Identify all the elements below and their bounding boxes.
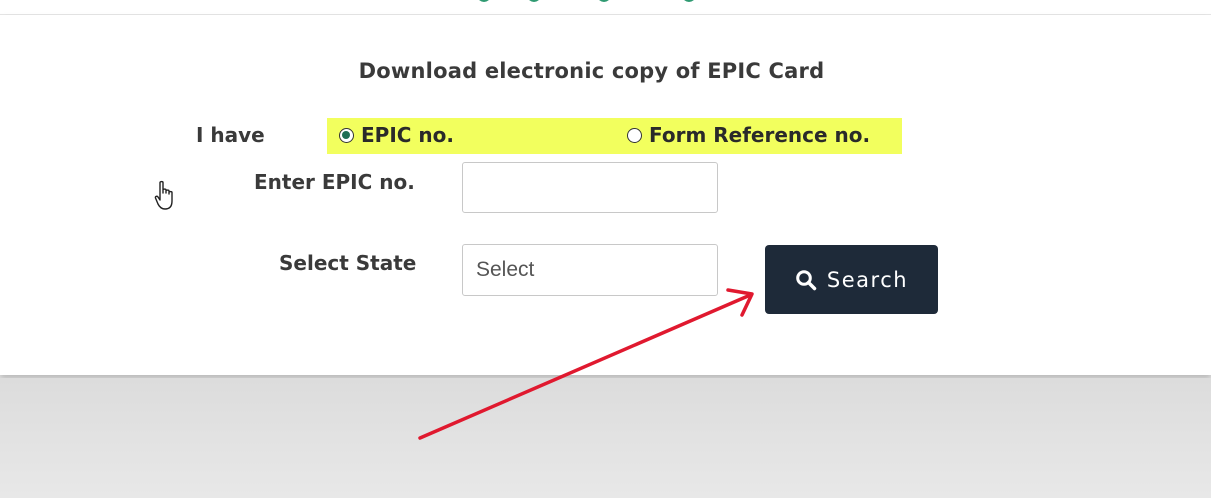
epic-number-label: Enter EPIC no. bbox=[254, 170, 415, 194]
radio-button-checked[interactable] bbox=[339, 127, 354, 143]
page-background bbox=[0, 378, 1211, 498]
page-title: Download electronic copy of EPIC Card bbox=[358, 59, 825, 83]
radio-epic-no-label: EPIC no. bbox=[361, 123, 454, 147]
radio-epic-no[interactable]: EPIC no. bbox=[339, 123, 454, 147]
i-have-label: I have bbox=[196, 123, 265, 147]
select-state-label: Select State bbox=[279, 251, 417, 275]
top-strip bbox=[0, 0, 1211, 15]
state-select[interactable]: Select bbox=[462, 244, 718, 296]
search-button[interactable]: Search bbox=[765, 245, 938, 314]
search-button-label: Search bbox=[826, 267, 909, 292]
search-icon bbox=[796, 269, 817, 290]
radio-form-reference-no-label: Form Reference no. bbox=[649, 123, 871, 147]
state-select-value: Select bbox=[476, 258, 535, 281]
epic-number-input[interactable] bbox=[462, 162, 718, 213]
cropped-heading-text bbox=[468, 0, 728, 8]
radio-form-reference-no[interactable]: Form Reference no. bbox=[627, 123, 870, 147]
hand-cursor-icon bbox=[154, 180, 173, 210]
radio-button-unchecked[interactable] bbox=[627, 127, 642, 143]
